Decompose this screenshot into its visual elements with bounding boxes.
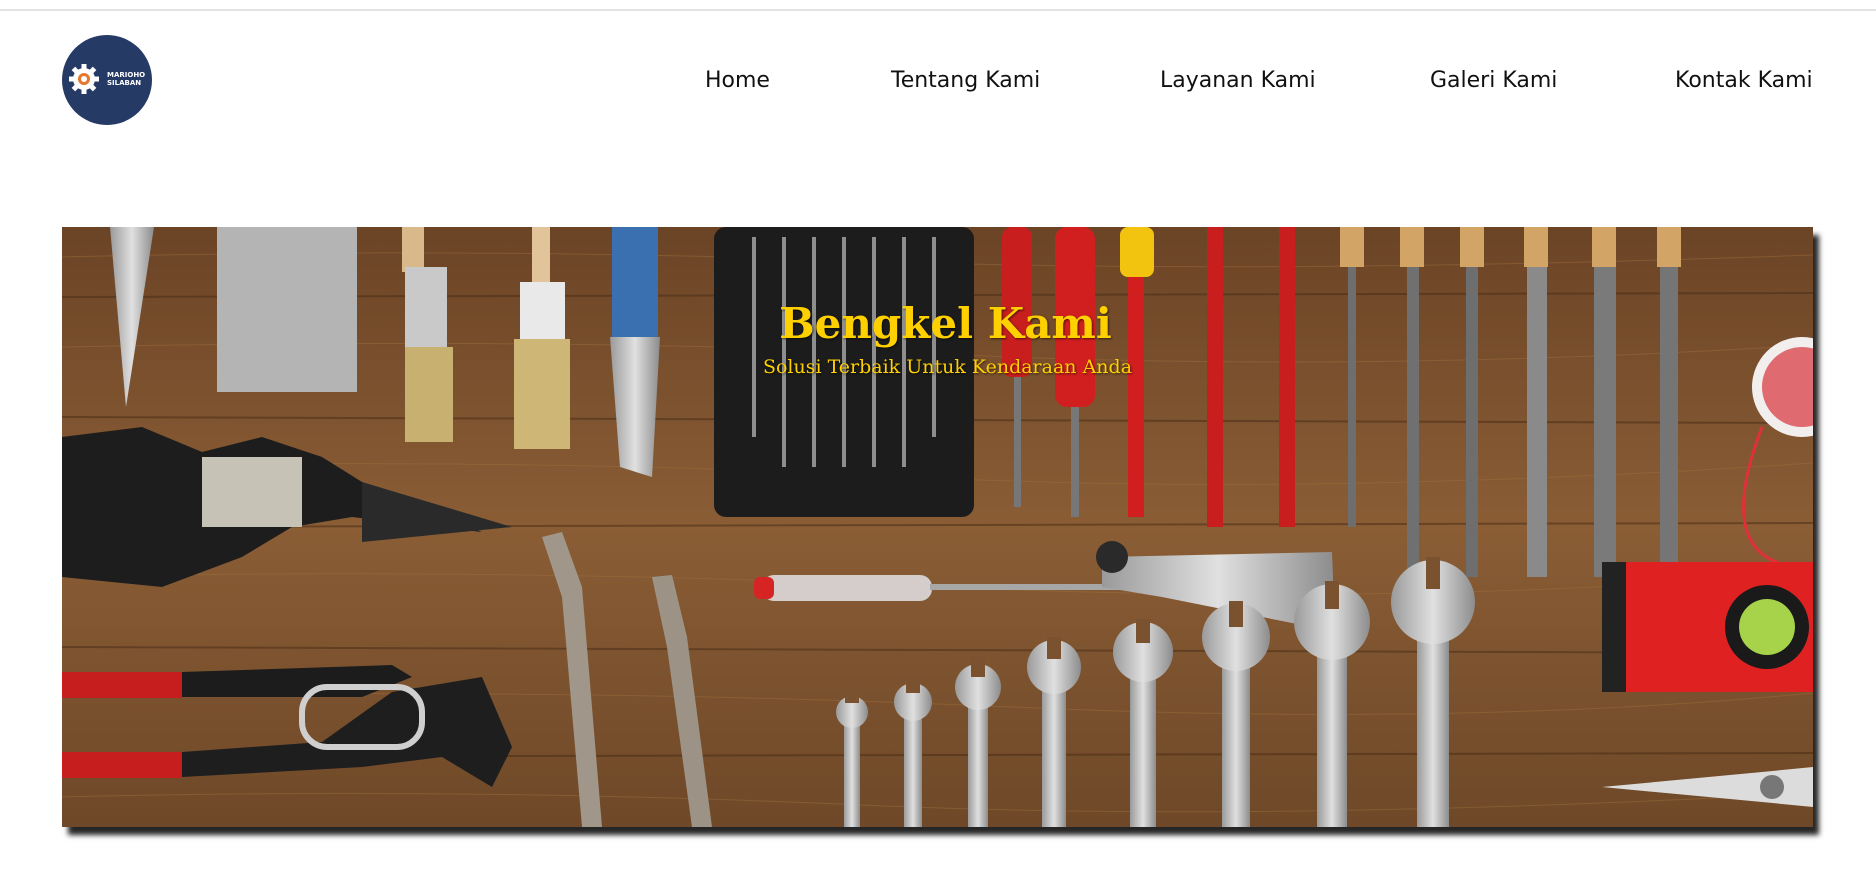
top-divider (0, 9, 1876, 11)
nav-kontak-kami[interactable]: Kontak Kami (1675, 68, 1813, 93)
hero-title: Bengkel Kami (779, 299, 1112, 348)
hero-banner: Bengkel Kami Solusi Terbaik Untuk Kendar… (62, 227, 1813, 827)
nav-tentang-kami[interactable]: Tentang Kami (891, 68, 1040, 93)
nav-galeri-kami[interactable]: Galeri Kami (1430, 68, 1557, 93)
hero-subtitle: Solusi Terbaik Untuk Kendaraan Anda (762, 356, 1133, 378)
nav-home[interactable]: Home (705, 68, 770, 93)
main-nav: Home Tentang Kami Layanan Kami Galeri Ka… (0, 68, 1876, 104)
nav-layanan-kami[interactable]: Layanan Kami (1160, 68, 1316, 93)
